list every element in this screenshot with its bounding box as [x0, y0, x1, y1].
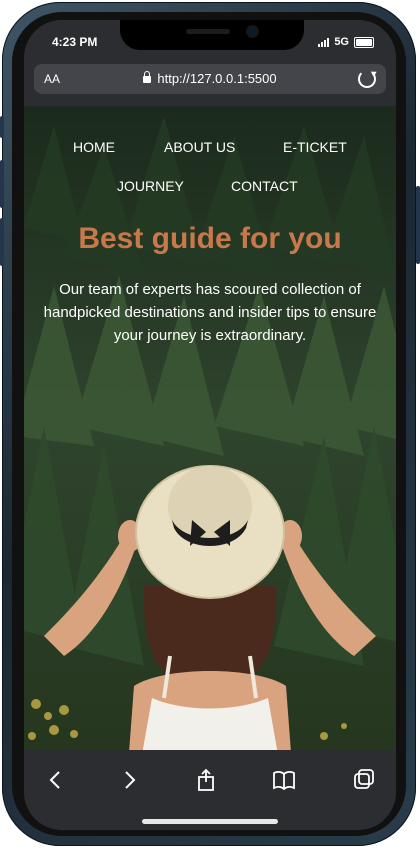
url-text: http://127.0.0.1:5500 [157, 71, 277, 86]
hero-description: Our team of experts has scoured collecti… [43, 281, 377, 344]
tabs-icon[interactable] [352, 768, 376, 792]
reload-icon[interactable] [358, 70, 376, 88]
bookmarks-icon[interactable] [272, 768, 296, 792]
power-button [416, 186, 420, 264]
notch [120, 20, 304, 50]
hero-title: Best guide for you [78, 222, 342, 255]
volume-down-button [0, 218, 4, 266]
nav-about-us[interactable]: ABOUT US [164, 139, 235, 155]
home-indicator[interactable] [142, 819, 278, 824]
status-time: 4:23 PM [52, 35, 98, 49]
back-icon[interactable] [44, 768, 68, 792]
woman-with-hat-image [44, 465, 376, 750]
network-label: 5G [334, 36, 349, 48]
battery-icon [354, 36, 374, 48]
nav-e-ticket[interactable]: E-TICKET [283, 139, 347, 155]
web-page: HOME ABOUT US E-TICKET JOURNEY CONTACT B… [24, 106, 396, 750]
forward-icon[interactable] [117, 768, 141, 792]
browser-toolbar [24, 750, 396, 830]
speaker [186, 29, 230, 34]
status-indicators: 5G [318, 36, 374, 48]
share-icon[interactable] [194, 768, 218, 792]
camera [248, 27, 257, 36]
mute-switch [0, 116, 4, 138]
lock-icon [143, 71, 152, 83]
url-display[interactable]: http://127.0.0.1:5500 [34, 71, 386, 86]
address-bar[interactable]: AA http://127.0.0.1:5500 [34, 64, 386, 94]
volume-up-button [0, 160, 4, 208]
nav-home[interactable]: HOME [73, 139, 115, 155]
nav-contact[interactable]: CONTACT [231, 178, 298, 194]
status-bar: 4:23 PM 5G [24, 20, 396, 66]
screen: 4:23 PM 5G AA http://127.0.0.1:5500 HOME… [24, 20, 396, 830]
signal-icon [318, 37, 330, 47]
nav-journey[interactable]: JOURNEY [117, 178, 184, 194]
